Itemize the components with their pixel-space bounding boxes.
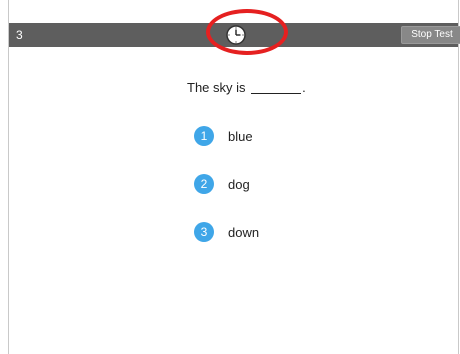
answer-label: blue xyxy=(228,128,253,144)
stop-test-button[interactable]: Stop Test xyxy=(401,26,460,44)
answer-number-badge: 1 xyxy=(194,126,214,146)
answer-number-badge: 3 xyxy=(194,222,214,242)
answer-option-2[interactable]: 2 dog xyxy=(194,174,250,194)
answer-blank xyxy=(251,80,302,94)
question-number: 3 xyxy=(16,28,23,42)
question-prompt: The sky is . xyxy=(187,80,306,95)
question-text: The sky is xyxy=(187,80,246,95)
test-toolbar: 3 Stop Test xyxy=(9,23,460,47)
test-window: 3 Stop Test The sky is . 1 blue 2 dog 3 … xyxy=(8,0,460,354)
clock-icon[interactable] xyxy=(226,25,246,45)
answer-option-1[interactable]: 1 blue xyxy=(194,126,253,146)
answer-label: down xyxy=(228,224,260,240)
answer-option-3[interactable]: 3 down xyxy=(194,222,259,242)
answer-number-badge: 2 xyxy=(194,174,214,194)
answer-label: dog xyxy=(228,176,250,192)
question-end-punctuation: . xyxy=(302,80,306,95)
